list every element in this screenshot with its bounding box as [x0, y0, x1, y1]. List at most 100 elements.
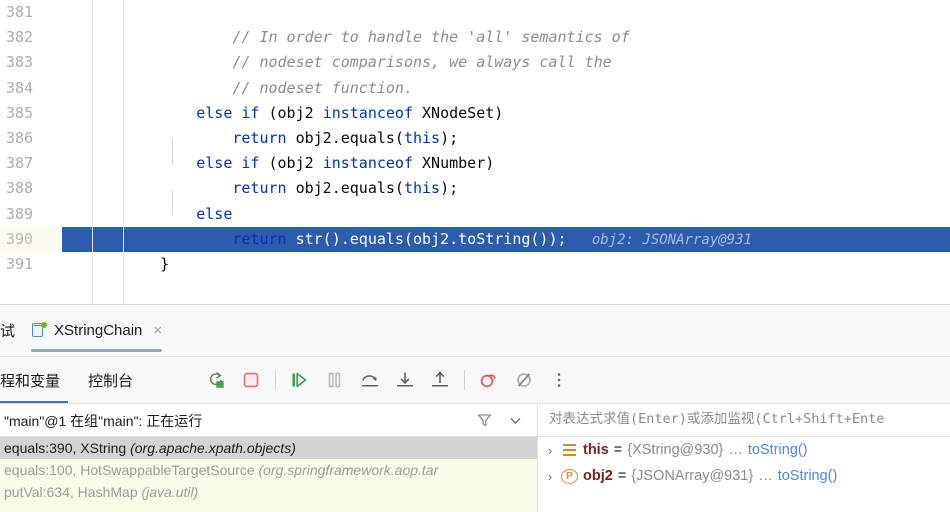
filter-icon[interactable] [476, 412, 493, 432]
expand-arrow-icon[interactable]: › [544, 469, 556, 484]
stop-icon[interactable] [240, 369, 262, 391]
gutter-fold-area[interactable] [93, 176, 123, 201]
code-line[interactable]: 383 // nodeset comparisons, we always ca… [0, 50, 950, 75]
code-comment: // In order to handle the 'all' semantic… [124, 28, 630, 47]
step-out-icon[interactable] [429, 369, 451, 391]
evaluate-expression-input[interactable] [547, 410, 950, 428]
resume-icon[interactable] [289, 369, 311, 391]
code-line-text[interactable]: else if (obj2 instanceof XNumber) [124, 151, 950, 176]
gutter-annotation-area[interactable] [62, 252, 92, 277]
editor-tab-xstringchain[interactable]: XStringChain × [19, 305, 174, 356]
gutter-annotation-area[interactable] [62, 0, 92, 25]
indent-guide [172, 139, 173, 164]
variable-value: {JSONArray@931} [631, 468, 754, 484]
code-line[interactable]: 388 return obj2.equals(this); [0, 176, 950, 201]
code-line[interactable]: 389 else [0, 202, 950, 227]
active-tab-underline [31, 349, 163, 352]
line-number: 386 [6, 128, 34, 147]
code-editor[interactable]: 381 382 // In order to handle the 'all' s… [0, 0, 950, 305]
evaluate-expression-bar[interactable] [538, 404, 950, 437]
gutter-fold-area[interactable] [93, 101, 123, 126]
code-line-text[interactable]: } [124, 252, 950, 277]
code-token: ); [440, 128, 459, 147]
gutter-annotation-area[interactable] [62, 25, 92, 50]
stack-frame-method: equals:390, XString [4, 440, 131, 456]
tab-threads-and-variables[interactable]: 程和变量 [0, 357, 74, 403]
line-number: 387 [6, 154, 34, 173]
gutter-fold-area[interactable] [93, 50, 123, 75]
code-line-text[interactable]: // In order to handle the 'all' semantic… [124, 25, 950, 50]
pause-icon[interactable] [324, 369, 346, 391]
close-icon[interactable]: × [153, 322, 162, 339]
rerun-icon[interactable] [205, 369, 227, 391]
code-keyword: else [196, 103, 233, 122]
code-line[interactable]: 390 return str().equals(obj2.toString())… [0, 226, 950, 252]
gutter-annotation-area[interactable] [62, 176, 92, 201]
call-stack-frames[interactable]: equals:390, XString (org.apache.xpath.ob… [0, 437, 537, 512]
code-line-text[interactable] [124, 0, 950, 25]
variable-row[interactable]: › this = {XString@930}… toString() [538, 437, 950, 463]
code-line-text[interactable]: // nodeset comparisons, we always call t… [124, 50, 950, 75]
line-number: 381 [6, 3, 34, 21]
stack-frame-row[interactable]: equals:100, HotSwappableTargetSource (or… [0, 459, 537, 481]
variable-row[interactable]: › Pobj2 = {JSONArray@931}… toString() [538, 463, 950, 489]
gutter-fold-area[interactable] [93, 0, 123, 25]
gutter-annotation-area[interactable] [62, 101, 92, 126]
chevron-down-icon[interactable] [508, 413, 523, 431]
stack-frame-method: putVal:634, HashMap [4, 484, 142, 500]
thread-selector[interactable]: "main"@1 在组"main": 正在运行 [0, 404, 537, 437]
variable-tostring-link: toString() [747, 442, 808, 458]
gutter-fold-area[interactable] [93, 126, 123, 151]
stack-frame-row[interactable]: putVal:634, HashMap (java.util) [0, 481, 537, 503]
inline-debug-hint: obj2: JSONArray@931 [566, 231, 752, 248]
gutter-annotation-area[interactable] [62, 50, 92, 75]
code-line[interactable]: 385 else if (obj2 instanceof XNodeSet) [0, 101, 950, 126]
mute-breakpoints-icon[interactable] [513, 369, 535, 391]
code-keyword: this [403, 128, 441, 147]
code-token: str().equals(obj2.toString()); [286, 229, 567, 248]
gutter-separator-2 [123, 0, 124, 305]
variable-tostring-link: toString() [777, 468, 838, 484]
gutter-annotation-area[interactable] [62, 151, 92, 176]
gutter-fold-area[interactable] [93, 252, 123, 277]
gutter-fold-area[interactable] [93, 202, 123, 227]
expand-arrow-icon[interactable]: › [544, 443, 556, 458]
gutter-fold-area[interactable] [93, 25, 123, 50]
code-keyword: if [241, 154, 260, 173]
stack-frame-row[interactable]: equals:390, XString (org.apache.xpath.ob… [0, 437, 537, 459]
gutter-annotation-area[interactable] [62, 76, 92, 101]
gutter-fold-area[interactable] [93, 76, 123, 101]
tool-window-tab-debug[interactable]: 试 [0, 305, 19, 356]
code-keyword: if [241, 103, 260, 122]
line-number: 388 [6, 179, 34, 198]
stack-frame-package: (org.springframework.aop.tar [258, 462, 439, 478]
tab-console[interactable]: 控制台 [74, 357, 147, 403]
gutter-annotation-area[interactable] [62, 126, 92, 151]
code-line[interactable]: 384 // nodeset function. [0, 76, 950, 101]
code-lines[interactable]: 381 382 // In order to handle the 'all' s… [0, 0, 950, 277]
view-breakpoints-icon[interactable] [478, 369, 500, 391]
code-line-text[interactable]: // nodeset function. [124, 76, 950, 101]
code-line[interactable]: 387 else if (obj2 instanceof XNumber) [0, 151, 950, 176]
code-line-text[interactable]: else [124, 202, 950, 227]
code-line-text[interactable]: return obj2.equals(this); [124, 176, 950, 201]
step-over-icon[interactable] [359, 369, 381, 391]
code-line-text[interactable]: return obj2.equals(this); [124, 126, 950, 151]
step-into-icon[interactable] [394, 369, 416, 391]
variables-panel[interactable]: › this = {XString@930}… toString() › Pobj2 = {JS… [538, 437, 950, 512]
code-token: XNumber) [413, 154, 495, 173]
code-line[interactable]: 386 return obj2.equals(this); [0, 126, 950, 151]
code-line-text[interactable]: return str().equals(obj2.toString()); ob… [124, 226, 950, 252]
code-line-text[interactable]: else if (obj2 instanceof XNodeSet) [124, 101, 950, 126]
gutter-annotation-area[interactable] [62, 226, 92, 252]
code-line[interactable]: 382 // In order to handle the 'all' sema… [0, 25, 950, 50]
gutter-fold-area[interactable] [93, 226, 123, 252]
code-line[interactable]: 381 [0, 0, 950, 25]
code-line[interactable]: 391 } [0, 252, 950, 277]
gutter-annotation-area[interactable] [62, 202, 92, 227]
gutter-fold-area[interactable] [93, 151, 123, 176]
toolbar-separator [464, 370, 465, 390]
more-options-icon[interactable] [548, 369, 570, 391]
